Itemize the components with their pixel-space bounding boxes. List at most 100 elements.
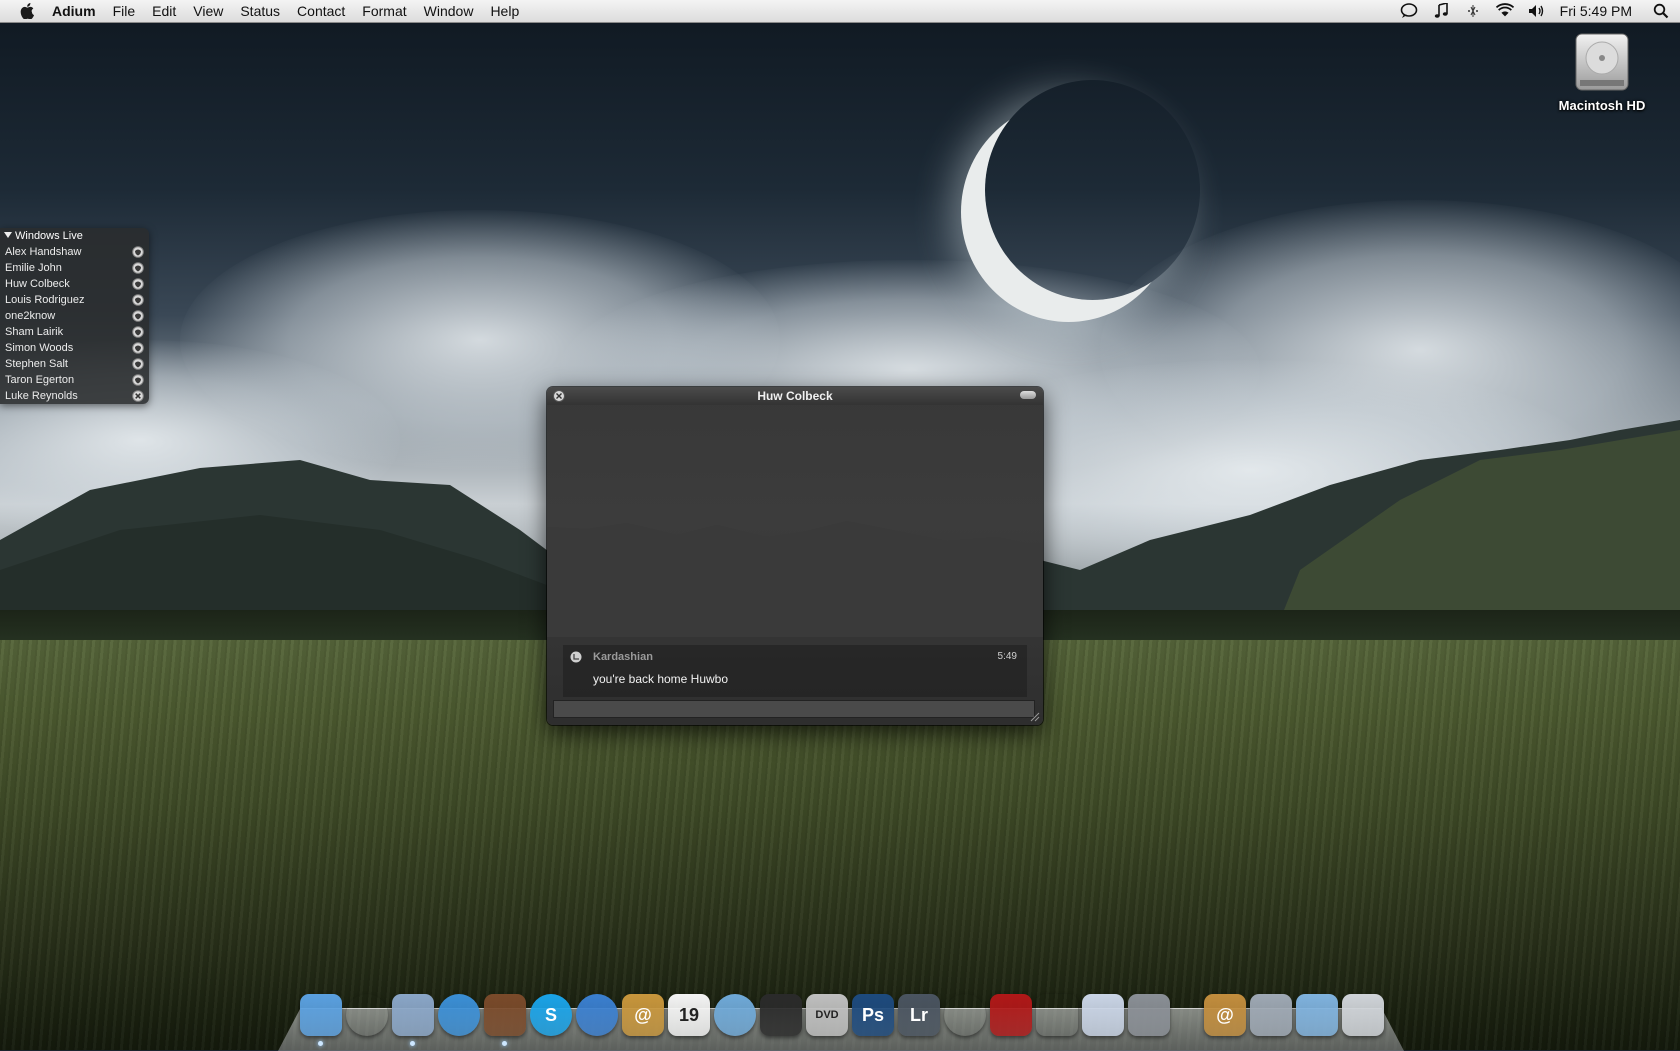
script-editor-icon[interactable] (1036, 994, 1078, 1036)
available-status-icon (132, 310, 144, 322)
service-icon (570, 651, 582, 663)
close-icon[interactable] (553, 390, 565, 402)
resize-grip-icon[interactable] (1030, 712, 1040, 722)
address-stack-icon[interactable]: @ (1204, 994, 1246, 1036)
menu-edit[interactable]: Edit (152, 0, 176, 22)
dock-separator (1186, 998, 1188, 1036)
available-status-icon (132, 326, 144, 338)
contact-row[interactable]: Alex Handshaw (0, 244, 149, 260)
dock-icon-glyph: S (544, 1004, 557, 1025)
finder-icon[interactable] (300, 994, 342, 1046)
message-text: you're back home Huwbo (593, 672, 729, 686)
contact-name: Simon Woods (5, 342, 74, 354)
contact-name: Taron Egerton (5, 374, 75, 386)
lightroom-icon[interactable]: Lr (898, 994, 940, 1036)
contact-name: Huw Colbeck (5, 278, 70, 290)
menu-extras: Fri 5:49 PM (1400, 0, 1670, 22)
preview-stack-icon[interactable] (1250, 994, 1292, 1036)
downloads-folder-icon[interactable] (1296, 994, 1338, 1036)
dock-icon-glyph: 19 (678, 1004, 700, 1025)
contact-row[interactable]: Sham Lairik (0, 324, 149, 340)
dock-icon-glyph: @ (634, 1004, 652, 1025)
bluetooth-icon[interactable] (1464, 2, 1482, 20)
available-status-icon (132, 262, 144, 274)
menu-contact[interactable]: Contact (297, 0, 345, 22)
menu-help[interactable]: Help (490, 0, 519, 22)
itunes-note-icon[interactable] (1432, 2, 1450, 20)
chat-background-mountains (547, 521, 1043, 637)
available-status-icon (132, 358, 144, 370)
toolbar-toggle-button[interactable] (1020, 391, 1036, 399)
adium-bubble-icon[interactable] (1400, 2, 1418, 20)
chat-window: Huw Colbeck Kardashian 5:49 you're back … (547, 387, 1043, 725)
dock-icon-glyph: @ (1216, 1004, 1234, 1025)
menu-app-name[interactable]: Adium (52, 0, 96, 22)
available-status-icon (132, 294, 144, 306)
contact-row[interactable]: Taron Egerton (0, 372, 149, 388)
itunes-dark-icon[interactable] (760, 994, 802, 1036)
contact-name: Stephen Salt (5, 358, 68, 370)
disclosure-triangle-icon[interactable] (4, 232, 12, 238)
moon (985, 80, 1200, 300)
menu-window[interactable]: Window (424, 0, 474, 22)
trash-icon[interactable] (1342, 994, 1384, 1036)
skype-icon[interactable]: S (530, 994, 572, 1036)
running-indicator (410, 1041, 415, 1046)
running-indicator (318, 1041, 323, 1046)
apple-menu-icon[interactable] (18, 2, 36, 20)
volume-icon[interactable] (1528, 2, 1546, 20)
contact-row[interactable]: one2know (0, 308, 149, 324)
contact-name: Sham Lairik (5, 326, 64, 338)
itunes-icon[interactable] (714, 994, 756, 1036)
hard-drive-icon (1575, 33, 1629, 91)
menu-clock[interactable]: Fri 5:49 PM (1560, 3, 1632, 19)
contact-row[interactable]: Luke Reynolds (0, 388, 149, 404)
contact-list-window: Windows Live Alex Handshaw Emilie John Huw… (0, 228, 149, 404)
contact-name: Luke Reynolds (5, 390, 78, 402)
photoshop-icon[interactable]: Ps (852, 994, 894, 1036)
mail-icon[interactable] (392, 994, 434, 1046)
offline-status-icon (132, 390, 144, 402)
dock-icon-glyph: Ps (861, 1004, 885, 1025)
dvd-player-icon[interactable]: DVD (806, 994, 848, 1036)
menu-status[interactable]: Status (240, 0, 280, 22)
contact-row[interactable]: Stephen Salt (0, 356, 149, 372)
menu-file[interactable]: File (113, 0, 136, 22)
available-status-icon (132, 246, 144, 258)
contact-name: Alex Handshaw (5, 246, 82, 258)
photo-booth-icon[interactable] (990, 994, 1032, 1036)
available-status-icon (132, 278, 144, 290)
contact-group-label: Windows Live (15, 230, 83, 242)
dashboard-icon[interactable] (346, 994, 388, 1036)
system-preferences-icon[interactable] (1128, 994, 1170, 1036)
dock-icon-glyph: DVD (815, 1009, 839, 1021)
contact-name: Louis Rodriguez (5, 294, 85, 306)
menu-view[interactable]: View (193, 0, 223, 22)
chat-message: Kardashian 5:49 you're back home Huwbo (563, 645, 1027, 697)
contact-group-header[interactable]: Windows Live (0, 228, 149, 244)
running-indicator (502, 1041, 507, 1046)
spotlight-icon[interactable] (1652, 2, 1670, 20)
address-book-icon[interactable]: @ (622, 994, 664, 1036)
textedit-icon[interactable] (1082, 994, 1124, 1036)
contact-name: one2know (5, 310, 56, 322)
ical-icon[interactable]: 19 (668, 994, 710, 1036)
dock-icon-glyph: Lr (910, 1004, 928, 1025)
contact-row[interactable]: Simon Woods (0, 340, 149, 356)
chat-title-bar[interactable]: Huw Colbeck (547, 387, 1043, 405)
safari-icon[interactable] (438, 994, 480, 1036)
ichat-icon[interactable] (576, 994, 618, 1036)
menu-format[interactable]: Format (362, 0, 406, 22)
contact-name: Emilie John (5, 262, 62, 274)
wifi-icon[interactable] (1495, 2, 1514, 20)
contact-row[interactable]: Huw Colbeck (0, 276, 149, 292)
message-sender: Kardashian (593, 651, 653, 663)
macintosh-hd-label: Macintosh HD (1558, 98, 1646, 113)
domo-icon[interactable] (484, 994, 526, 1046)
contact-row[interactable]: Louis Rodriguez (0, 292, 149, 308)
message-timestamp: 5:49 (997, 651, 1017, 662)
aperture-icon[interactable] (944, 994, 986, 1036)
macintosh-hd[interactable]: Macintosh HD (1550, 30, 1654, 113)
contact-row[interactable]: Emilie John (0, 260, 149, 276)
message-input[interactable] (553, 700, 1035, 718)
